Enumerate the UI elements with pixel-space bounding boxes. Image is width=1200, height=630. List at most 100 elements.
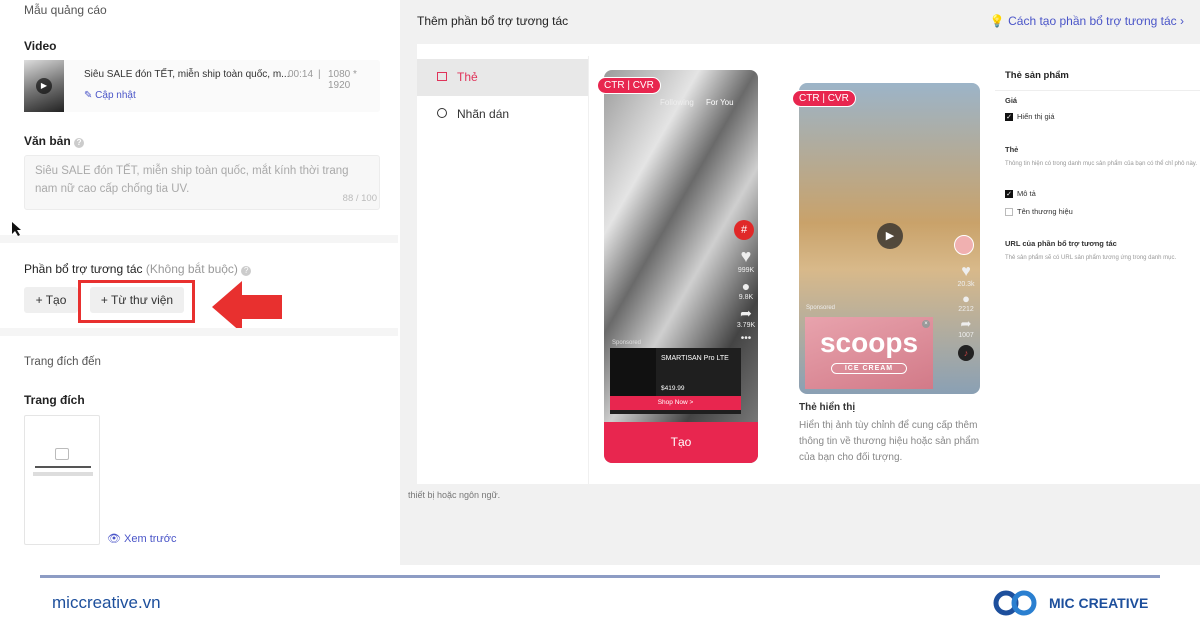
interactive-addon-label: Phần bổ trợ tương tác (Không bắt buộc) ? bbox=[24, 262, 252, 276]
lightbulb-icon: 💡 bbox=[989, 14, 1009, 28]
product-name: SMARTISAN Pro LTE bbox=[661, 355, 729, 362]
display-card-description: Hiển thị ảnh tùy chỉnh để cung cấp thêm … bbox=[799, 420, 980, 463]
panel-title: Thêm phần bổ trợ tương tác bbox=[417, 14, 569, 28]
tab-label: Thẻ bbox=[457, 70, 478, 84]
ad-text-input[interactable]: Siêu SALE đón TẾT, miễn ship toàn quốc, … bbox=[24, 155, 380, 210]
ad-text-value: Siêu SALE đón TẾT, miễn ship toàn quốc, … bbox=[35, 165, 349, 195]
comments-count: 9.8K bbox=[738, 294, 754, 301]
url-label: URL của phần bổ trợ tương tác bbox=[1005, 239, 1117, 248]
divider bbox=[995, 90, 1200, 91]
brand-name: scoops bbox=[819, 327, 919, 358]
bag-icon bbox=[55, 448, 69, 460]
tab-following: Following bbox=[660, 98, 694, 107]
placeholder-text bbox=[35, 466, 91, 468]
destination-label: Trang đích bbox=[24, 393, 85, 407]
music-icon: ♪ bbox=[958, 345, 974, 361]
brand-name-checkbox[interactable]: Tên thương hiệu bbox=[1005, 207, 1073, 217]
action-icons: # ♥ 999K ● 9.8K ➦ 3.79K ••• bbox=[734, 220, 758, 344]
red-arrow-icon bbox=[212, 281, 282, 333]
cursor-icon bbox=[12, 222, 21, 236]
close-icon[interactable]: × bbox=[922, 320, 930, 328]
divider bbox=[0, 235, 398, 243]
brand-name: MIC CREATIVE bbox=[1049, 595, 1149, 611]
create-card-button[interactable]: Tạo bbox=[604, 422, 758, 463]
checkbox-checked[interactable]: ✓ bbox=[1005, 190, 1013, 199]
help-icon[interactable]: ? bbox=[74, 138, 85, 148]
play-icon[interactable]: ▶ bbox=[877, 223, 903, 249]
divider bbox=[588, 56, 589, 484]
create-button[interactable]: + Tạo bbox=[24, 287, 78, 313]
video-label: Video bbox=[24, 39, 57, 53]
update-link[interactable]: ✎ Cập nhật bbox=[84, 90, 136, 101]
comment-icon[interactable]: ● bbox=[954, 291, 978, 306]
edit-icon: ✎ bbox=[84, 90, 96, 101]
checkbox-checked[interactable]: ✓ bbox=[1005, 113, 1013, 122]
sponsored-label: Sponsored bbox=[612, 340, 642, 346]
help-icon[interactable]: ? bbox=[241, 266, 252, 276]
optional-label: (Không bắt buộc) bbox=[145, 262, 238, 276]
landing-page-thumbnail[interactable] bbox=[24, 415, 100, 545]
url-note: Thẻ sản phẩm sẽ có URL sản phẩm tương ứn… bbox=[1005, 255, 1177, 261]
interactive-label-text: Phần bổ trợ tương tác bbox=[24, 262, 143, 276]
footer-site: miccreative.vn bbox=[52, 593, 161, 612]
more-icon[interactable]: ••• bbox=[734, 333, 758, 344]
ad-form-panel: Mẫu quảng cáo Video ▶ Siêu SALE đón TẾT,… bbox=[0, 0, 398, 565]
update-label: Cập nhật bbox=[95, 90, 136, 101]
bottom-note: thiết bị hoặc ngôn ngữ. bbox=[408, 490, 501, 500]
sponsored-label: Sponsored bbox=[806, 305, 836, 311]
description-checkbox[interactable]: ✓ Mô tả bbox=[1005, 189, 1036, 199]
action-icons: ♥ 20.3k ● 2212 ➦ 1007 ♪ bbox=[954, 235, 978, 361]
display-card[interactable]: scoops ICE CREAM × bbox=[805, 317, 933, 389]
show-price-checkbox[interactable]: ✓ Hiển thị giá bbox=[1005, 112, 1055, 122]
divider: | bbox=[318, 69, 321, 80]
phone-preview-product-card[interactable]: Following For You # ♥ 999K ● 9.8K ➦ 3.79K •… bbox=[604, 70, 758, 463]
price-label: Giá bbox=[1005, 96, 1018, 105]
footer-divider bbox=[40, 575, 1160, 578]
preview-link[interactable]: 👁 Xem trước bbox=[107, 532, 177, 545]
heart-icon[interactable]: ♥ bbox=[954, 263, 978, 281]
video-size: 1080 * 1920 bbox=[328, 69, 357, 91]
checkbox-label: Tên thương hiệu bbox=[1017, 207, 1073, 216]
tab-card[interactable]: Thẻ bbox=[417, 59, 588, 96]
share-icon[interactable]: ➦ bbox=[954, 316, 978, 332]
comment-icon[interactable]: ● bbox=[734, 278, 758, 294]
help-link[interactable]: 💡 Cách tạo phần bổ trợ tương tác › bbox=[990, 14, 1184, 28]
checkbox-label: Mô tả bbox=[1017, 189, 1036, 198]
text-label-text: Văn bản bbox=[24, 134, 71, 148]
mic-creative-logo: MIC CREATIVE bbox=[993, 588, 1153, 618]
checkbox-unchecked[interactable] bbox=[1005, 208, 1013, 217]
chevron-right-icon: › bbox=[1180, 14, 1184, 28]
destination-section-title: Trang đích đến bbox=[24, 356, 101, 368]
card-note: Thông tin hiện có trong danh mục sản phẩ… bbox=[1005, 161, 1198, 167]
logo-icon bbox=[993, 590, 1037, 616]
char-count: 88 / 100 bbox=[342, 193, 377, 204]
card-label: Thẻ bbox=[1005, 145, 1019, 154]
avatar[interactable] bbox=[954, 235, 974, 255]
video-duration: 00:14 bbox=[288, 69, 314, 80]
tab-sticker[interactable]: Nhãn dán bbox=[417, 96, 588, 133]
product-image bbox=[610, 348, 656, 396]
text-label: Văn bản ? bbox=[24, 134, 85, 148]
video-title: Siêu SALE đón TẾT, miễn ship toàn quốc, … bbox=[84, 69, 290, 80]
section-title: Mẫu quảng cáo bbox=[24, 3, 107, 17]
likes-count: 999K bbox=[737, 267, 755, 274]
divider bbox=[0, 328, 398, 336]
hashtag-icon: # bbox=[734, 220, 754, 240]
sticker-icon bbox=[437, 108, 447, 118]
product-card[interactable]: SMARTISAN Pro LTE $419.99 Shop Now > bbox=[610, 348, 741, 414]
phone-preview-display-card[interactable]: ▶ ♥ 20.3k ● 2212 ➦ 1007 ♪ Sponsored scoops … bbox=[799, 83, 980, 394]
heart-icon[interactable]: ♥ bbox=[734, 246, 758, 267]
tab-label: Nhãn dán bbox=[457, 107, 510, 121]
share-icon[interactable]: ➦ bbox=[734, 305, 758, 322]
preview-label: Xem trước bbox=[124, 533, 177, 545]
eye-icon: 👁 bbox=[107, 533, 125, 545]
display-card-title: Thẻ hiển thị bbox=[799, 402, 856, 413]
ctr-cvr-badge: CTR | CVR bbox=[597, 77, 661, 94]
video-item: ▶ Siêu SALE đón TẾT, miễn ship toàn quốc… bbox=[24, 60, 380, 112]
tab-for-you: For You bbox=[706, 98, 734, 107]
checkbox-label: Hiển thị giá bbox=[1017, 112, 1055, 121]
brand-subtitle: ICE CREAM bbox=[831, 363, 907, 374]
help-link-label: Cách tạo phần bổ trợ tương tác bbox=[1008, 14, 1177, 28]
shop-now-button[interactable]: Shop Now > bbox=[610, 396, 741, 410]
video-thumbnail[interactable]: ▶ bbox=[24, 60, 64, 112]
